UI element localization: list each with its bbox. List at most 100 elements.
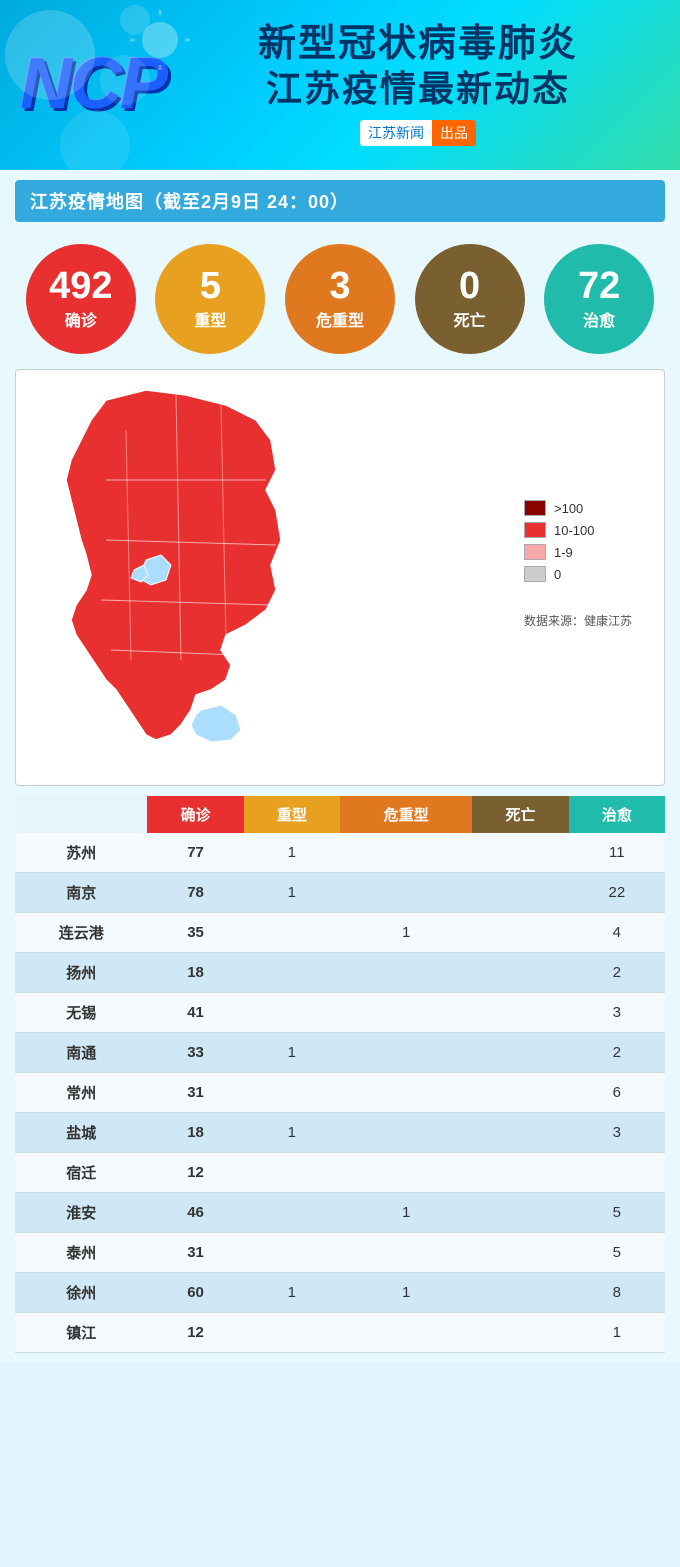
stat-severe: 5 重型 <box>155 244 265 354</box>
td-value <box>244 1153 340 1193</box>
legend-item-over100: >100 <box>524 500 644 516</box>
td-value <box>472 1273 568 1313</box>
td-value <box>244 1073 340 1113</box>
td-city: 无锡 <box>15 993 147 1033</box>
td-value: 8 <box>569 1273 665 1313</box>
td-city: 淮安 <box>15 1193 147 1233</box>
stat-confirmed-label: 确诊 <box>65 307 97 331</box>
td-value <box>244 913 340 953</box>
map-legend: >100 10-100 1-9 0 数据来源：健康江苏 <box>524 380 654 629</box>
td-value: 60 <box>147 1273 243 1313</box>
legend-color-10to100 <box>524 522 546 538</box>
td-value: 18 <box>147 1113 243 1153</box>
td-value <box>472 1113 568 1153</box>
td-value: 5 <box>569 1193 665 1233</box>
td-value <box>340 1113 472 1153</box>
legend-item-1to9: 1-9 <box>524 544 644 560</box>
td-city: 盐城 <box>15 1113 147 1153</box>
header-title-line1: 新型冠状病毒肺炎 <box>258 22 578 68</box>
table-row: 扬州18 2 <box>15 953 665 993</box>
td-value <box>472 873 568 913</box>
th-death: 死亡 <box>472 796 568 833</box>
td-value <box>244 953 340 993</box>
map-section: 江苏疫情地图（截至2月9日 24：00） 492 确诊 5 重型 3 危重型 0… <box>0 170 680 1363</box>
td-value <box>472 993 568 1033</box>
table-row: 无锡41 3 <box>15 993 665 1033</box>
table-body: 苏州77111南京78122连云港3514扬州182无锡413南通3312常州3… <box>15 833 665 1353</box>
td-value: 1 <box>340 913 472 953</box>
td-value <box>569 1153 665 1193</box>
td-value <box>472 1073 568 1113</box>
map-container: >100 10-100 1-9 0 数据来源：健康江苏 <box>15 369 665 786</box>
table-header-row: 确诊 重型 危重型 死亡 治愈 <box>15 796 665 833</box>
td-value: 33 <box>147 1033 243 1073</box>
td-value <box>244 1233 340 1273</box>
td-value: 1 <box>244 1033 340 1073</box>
td-value: 12 <box>147 1313 243 1353</box>
jiangsu-map <box>26 380 336 770</box>
td-city: 镇江 <box>15 1313 147 1353</box>
td-value: 2 <box>569 953 665 993</box>
td-value: 1 <box>244 1113 340 1153</box>
td-value: 11 <box>569 833 665 873</box>
header-badge: 江苏新闻 出品 <box>360 120 476 146</box>
td-city: 徐州 <box>15 1273 147 1313</box>
td-city: 泰州 <box>15 1233 147 1273</box>
td-value <box>244 1313 340 1353</box>
th-severe: 重型 <box>244 796 340 833</box>
badge-suffix: 出品 <box>432 120 476 146</box>
legend-label-1to9: 1-9 <box>554 545 573 560</box>
td-value <box>472 953 568 993</box>
stat-death-label: 死亡 <box>454 307 486 331</box>
td-value: 3 <box>569 993 665 1033</box>
td-value: 35 <box>147 913 243 953</box>
td-city: 宿迁 <box>15 1153 147 1193</box>
badge-prefix: 江苏新闻 <box>360 120 432 146</box>
table-row: 连云港3514 <box>15 913 665 953</box>
map-svg-area <box>26 380 514 775</box>
td-value: 41 <box>147 993 243 1033</box>
td-value <box>340 1073 472 1113</box>
td-value: 18 <box>147 953 243 993</box>
td-value <box>340 1153 472 1193</box>
td-city: 扬州 <box>15 953 147 993</box>
td-city: 南京 <box>15 873 147 913</box>
td-value <box>472 1153 568 1193</box>
td-city: 南通 <box>15 1033 147 1073</box>
td-value <box>340 953 472 993</box>
td-value: 4 <box>569 913 665 953</box>
td-value <box>340 993 472 1033</box>
td-value: 31 <box>147 1073 243 1113</box>
legend-item-0: 0 <box>524 566 644 582</box>
stat-death-number: 0 <box>459 267 480 305</box>
td-value <box>472 1233 568 1273</box>
td-value: 31 <box>147 1233 243 1273</box>
td-city: 苏州 <box>15 833 147 873</box>
table-row: 宿迁12 <box>15 1153 665 1193</box>
stat-critical: 3 危重型 <box>285 244 395 354</box>
td-value: 1 <box>340 1193 472 1233</box>
td-city: 常州 <box>15 1073 147 1113</box>
th-confirmed: 确诊 <box>147 796 243 833</box>
stat-death: 0 死亡 <box>415 244 525 354</box>
stats-row: 492 确诊 5 重型 3 危重型 0 死亡 72 治愈 <box>15 234 665 369</box>
stat-severe-label: 重型 <box>194 307 226 331</box>
stat-recovered-number: 72 <box>578 267 620 305</box>
table-row: 淮安4615 <box>15 1193 665 1233</box>
td-value <box>340 1313 472 1353</box>
header-right: 新型冠状病毒肺炎 江苏疫情最新动态 江苏新闻 出品 <box>166 22 660 147</box>
header-title-line2: 江苏疫情最新动态 <box>266 67 570 110</box>
legend-color-1to9 <box>524 544 546 560</box>
td-value <box>472 1193 568 1233</box>
td-value: 2 <box>569 1033 665 1073</box>
legend-color-over100 <box>524 500 546 516</box>
stat-critical-label: 危重型 <box>316 307 364 331</box>
td-value: 1 <box>340 1273 472 1313</box>
th-recovered: 治愈 <box>569 796 665 833</box>
td-value: 3 <box>569 1113 665 1153</box>
table-row: 徐州60118 <box>15 1273 665 1313</box>
table-row: 泰州31 5 <box>15 1233 665 1273</box>
table-row: 苏州77111 <box>15 833 665 873</box>
td-value <box>472 833 568 873</box>
td-value: 5 <box>569 1233 665 1273</box>
